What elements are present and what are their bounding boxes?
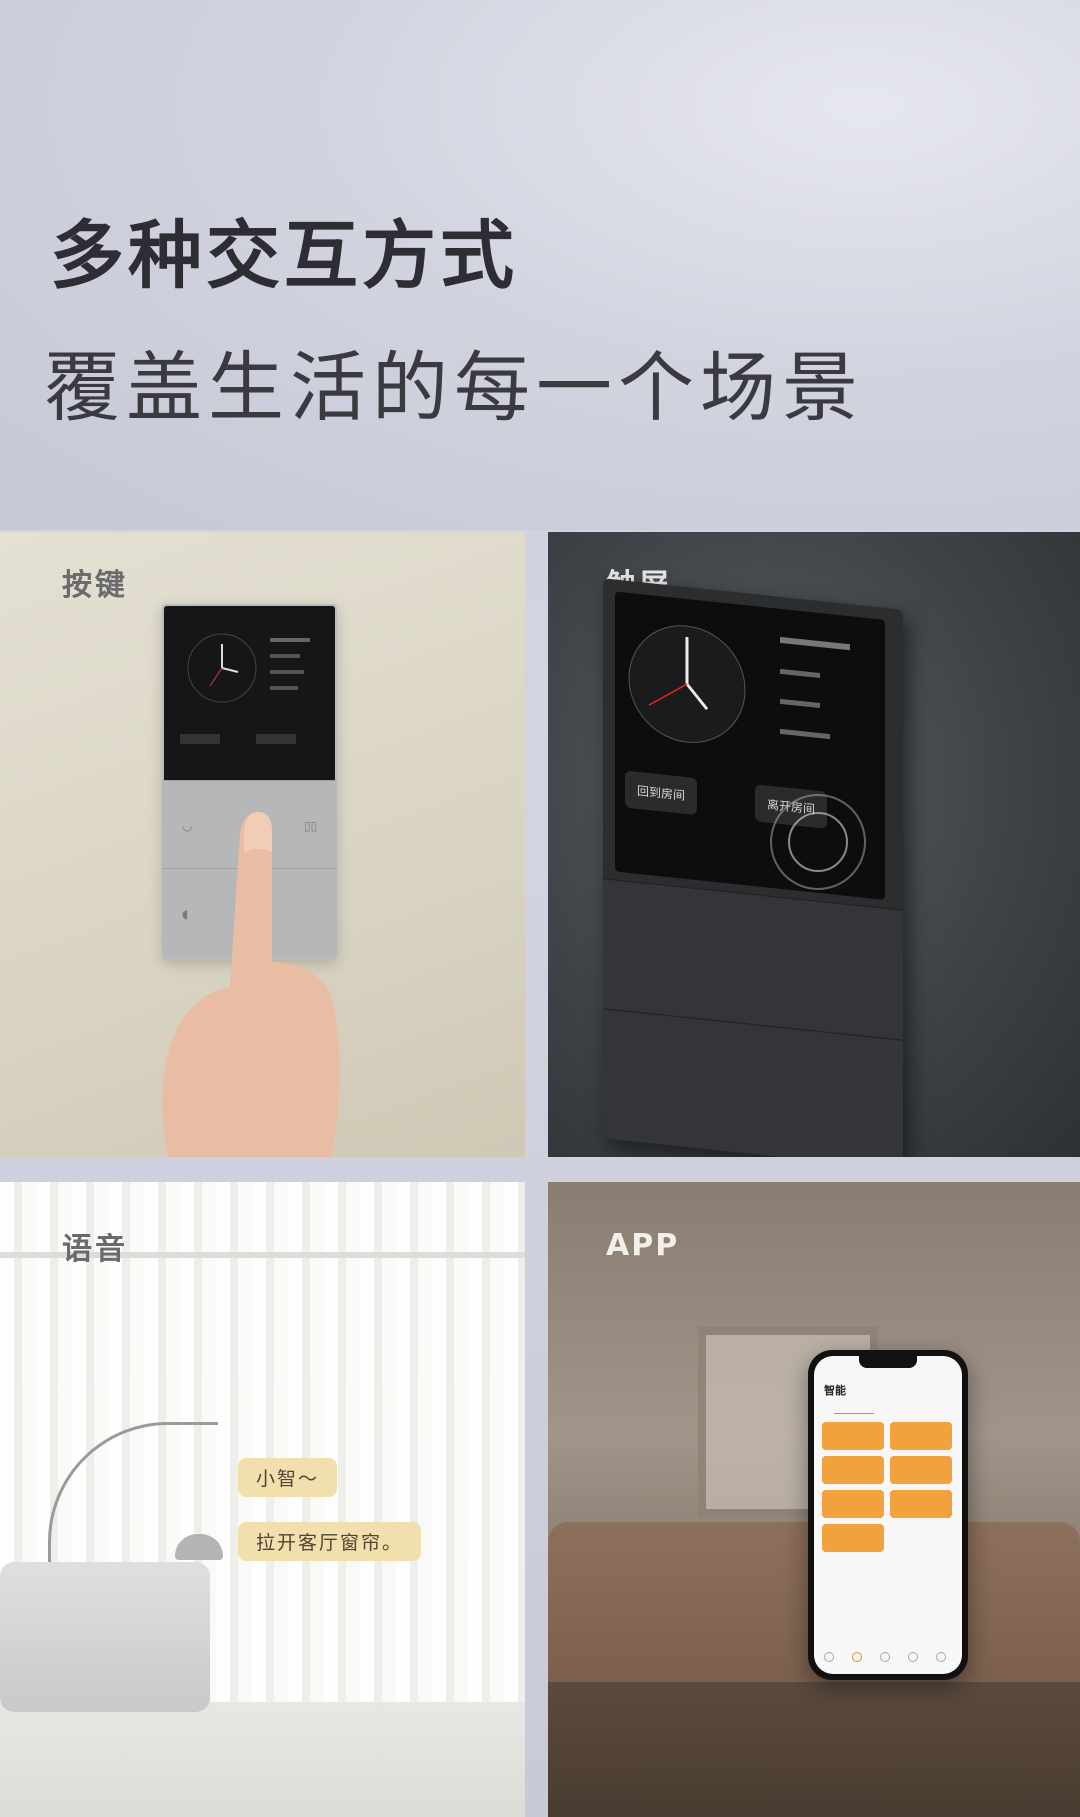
panel-buttons: 按键 ◡ ▯▯ ◖ bbox=[0, 532, 525, 1157]
scene-icon[interactable] bbox=[852, 1652, 862, 1662]
panel-label: APP bbox=[606, 1228, 680, 1263]
panel-label: 语音 bbox=[62, 1232, 128, 1267]
panel-app: APP 智能 bbox=[548, 1182, 1080, 1817]
scene-tile[interactable] bbox=[822, 1524, 884, 1552]
back-home-button[interactable]: 回到房间 bbox=[625, 770, 698, 816]
phone-screen: 智能 bbox=[814, 1356, 962, 1674]
touch-ripple-inner bbox=[788, 812, 848, 872]
scene-tile[interactable] bbox=[822, 1456, 884, 1484]
panel-label: 按键 bbox=[62, 568, 128, 603]
voice-bubble-command: 拉开客厅窗帘。 bbox=[238, 1522, 422, 1561]
profile-icon[interactable] bbox=[936, 1652, 946, 1662]
app-tab[interactable] bbox=[904, 1404, 924, 1414]
switch-screen bbox=[164, 606, 335, 780]
hero-section: 多种交互方式 覆盖生活的每一个场景 bbox=[0, 0, 1080, 530]
store-icon[interactable] bbox=[908, 1652, 918, 1662]
smartphone: 智能 bbox=[808, 1350, 968, 1680]
scene-tile[interactable] bbox=[890, 1456, 952, 1484]
clock-icon bbox=[180, 633, 310, 744]
app-tab-active[interactable] bbox=[834, 1404, 874, 1414]
app-title: 智能 bbox=[824, 1384, 846, 1397]
page-title: 多种交互方式 bbox=[50, 213, 518, 299]
app-tabbar bbox=[814, 1648, 962, 1670]
phone-notch bbox=[859, 1356, 917, 1368]
home-icon[interactable] bbox=[824, 1652, 834, 1662]
scene-tile[interactable] bbox=[890, 1490, 952, 1518]
device-icon[interactable] bbox=[880, 1652, 890, 1662]
page-subtitle: 覆盖生活的每一个场景 bbox=[44, 343, 864, 432]
clock-icon bbox=[628, 625, 850, 743]
floor bbox=[0, 1702, 525, 1817]
pressing-hand bbox=[162, 812, 340, 1157]
scene-tile[interactable] bbox=[890, 1422, 952, 1450]
scene-tile[interactable] bbox=[822, 1490, 884, 1518]
app-tabs bbox=[814, 1404, 962, 1416]
voice-bubble-wake: 小智～ bbox=[238, 1458, 338, 1497]
floor bbox=[548, 1682, 1080, 1817]
panel-voice: 语音 小智～ 拉开客厅窗帘。 bbox=[0, 1182, 525, 1817]
scene-tile[interactable] bbox=[822, 1422, 884, 1450]
panel-touch: 触屏 回到房间 离开房间 bbox=[548, 532, 1080, 1157]
sofa bbox=[0, 1562, 210, 1712]
